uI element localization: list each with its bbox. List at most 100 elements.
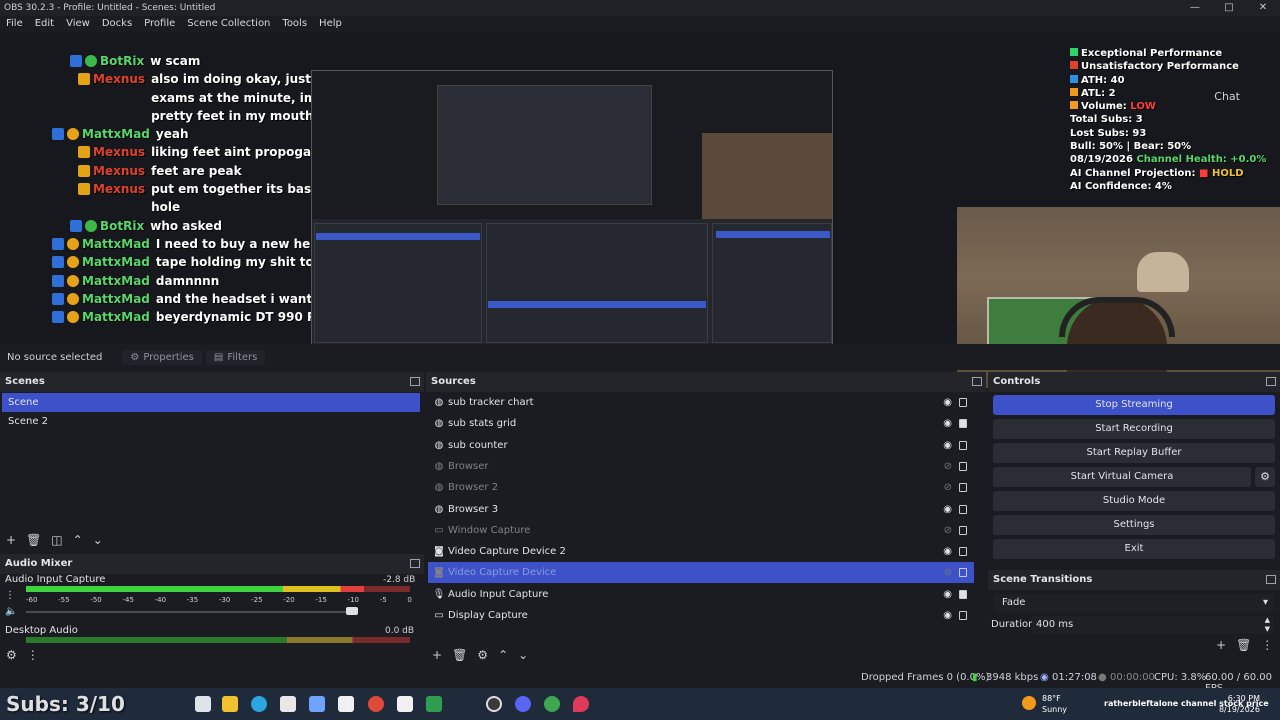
menu-docks[interactable]: Docks bbox=[102, 16, 132, 32]
lock-icon[interactable] bbox=[959, 568, 967, 578]
lock-icon[interactable] bbox=[959, 440, 967, 450]
start-recording-button[interactable]: Start Recording bbox=[993, 419, 1275, 439]
eye-hidden-icon[interactable]: ⊘ bbox=[944, 525, 952, 536]
copilot-icon[interactable] bbox=[309, 696, 325, 712]
source-item[interactable]: ◍ sub tracker chart ◉ bbox=[428, 392, 974, 413]
add-icon[interactable]: + bbox=[1216, 638, 1226, 652]
menu-edit[interactable]: Edit bbox=[35, 16, 54, 32]
scene-item[interactable]: Scene 2 bbox=[2, 412, 420, 431]
studio-mode-button[interactable]: Studio Mode bbox=[993, 491, 1275, 511]
lock-icon[interactable] bbox=[959, 525, 967, 535]
settings-button[interactable]: Settings bbox=[993, 515, 1275, 535]
lock-icon[interactable] bbox=[959, 419, 967, 429]
maximize-button[interactable]: □ bbox=[1212, 0, 1246, 16]
eye-icon[interactable]: ◉ bbox=[943, 504, 952, 515]
source-item[interactable]: ◙ Video Capture Device ⊘ bbox=[428, 562, 974, 584]
start-virtual-camera-button[interactable]: Start Virtual Camera bbox=[993, 467, 1251, 487]
menu-scene-collection[interactable]: Scene Collection bbox=[187, 16, 270, 32]
stop-streaming-button[interactable]: Stop Streaming bbox=[993, 395, 1275, 415]
menu-profile[interactable]: Profile bbox=[144, 16, 175, 32]
lock-icon[interactable] bbox=[959, 611, 967, 620]
trash-icon[interactable]: 🗑 bbox=[26, 533, 41, 547]
up-arrow-icon[interactable]: ⌃ bbox=[73, 533, 83, 547]
scene-item[interactable]: Scene bbox=[2, 393, 420, 412]
source-item[interactable]: ◍ Browser 3 ◉ bbox=[428, 499, 974, 520]
maps-pin-icon[interactable] bbox=[573, 696, 589, 712]
weather-widget[interactable]: 88°F Sunny bbox=[1042, 693, 1067, 715]
kebab-icon[interactable]: ⋮ bbox=[1261, 638, 1273, 652]
eye-hidden-icon[interactable]: ⊘ bbox=[944, 461, 952, 472]
popout-icon[interactable] bbox=[972, 377, 982, 386]
lock-icon[interactable] bbox=[959, 461, 967, 471]
source-item[interactable]: 🎙 Audio Input Capture ◉ bbox=[428, 584, 974, 605]
eye-icon[interactable]: ◉ bbox=[943, 546, 952, 557]
down-arrow-icon[interactable]: ⌄ bbox=[518, 648, 528, 662]
volume-slider-handle[interactable] bbox=[346, 607, 358, 615]
source-item[interactable]: ◍ sub counter ◉ bbox=[428, 435, 974, 456]
eye-hidden-icon[interactable]: ⊘ bbox=[944, 567, 952, 578]
source-item[interactable]: ◍ Browser 2 ⊘ bbox=[428, 477, 974, 498]
preview-canvas[interactable]: BotRix w scam Mexnus also im doing okay, ju… bbox=[0, 32, 1280, 388]
kebab-icon[interactable]: ⋮ bbox=[5, 590, 15, 601]
task-view-icon[interactable] bbox=[195, 696, 211, 712]
eye-icon[interactable]: ◉ bbox=[943, 589, 952, 600]
popout-icon[interactable] bbox=[410, 559, 420, 568]
eye-icon[interactable]: ◉ bbox=[943, 397, 952, 408]
lock-icon[interactable] bbox=[959, 504, 967, 514]
discord-icon[interactable] bbox=[515, 696, 531, 712]
source-item[interactable]: ◍ sub stats grid ◉ bbox=[428, 413, 974, 434]
edge-icon[interactable] bbox=[251, 696, 267, 712]
start-replay-buffer-button[interactable]: Start Replay Buffer bbox=[993, 443, 1275, 463]
menu-help[interactable]: Help bbox=[319, 16, 342, 32]
menu-view[interactable]: View bbox=[66, 16, 90, 32]
gear-icon[interactable]: ⚙ bbox=[6, 648, 17, 662]
eye-icon[interactable]: ◉ bbox=[943, 440, 952, 451]
obs-icon[interactable] bbox=[486, 696, 502, 712]
chrome-alt-icon[interactable] bbox=[544, 696, 560, 712]
document-icon[interactable] bbox=[397, 696, 413, 712]
source-item[interactable]: ◙ Video Capture Device 2 ◉ bbox=[428, 541, 974, 562]
eye-icon[interactable]: ◉ bbox=[943, 610, 952, 621]
file-explorer-icon[interactable] bbox=[222, 696, 238, 712]
up-arrow-icon[interactable]: ⌃ bbox=[498, 648, 508, 662]
gear-icon[interactable]: ⚙ bbox=[477, 648, 488, 662]
lock-icon[interactable] bbox=[959, 483, 967, 493]
notepad-icon[interactable] bbox=[338, 696, 354, 712]
minimize-button[interactable]: — bbox=[1178, 0, 1212, 16]
source-item[interactable]: ▭ Window Capture ⊘ bbox=[428, 520, 974, 541]
popout-icon[interactable] bbox=[410, 377, 420, 386]
down-arrow-icon[interactable]: ⌄ bbox=[93, 533, 103, 547]
speaker-icon[interactable]: 🔈 bbox=[5, 606, 17, 617]
source-item[interactable]: ◍ Browser ⊘ bbox=[428, 456, 974, 477]
add-icon[interactable]: + bbox=[6, 533, 16, 547]
trash-icon[interactable]: 🗑 bbox=[1236, 638, 1251, 652]
trash-icon[interactable]: 🗑 bbox=[452, 648, 467, 662]
lock-icon[interactable] bbox=[959, 547, 967, 557]
properties-button[interactable]: ⚙ Properties bbox=[122, 349, 202, 365]
duration-spinbox[interactable]: 400 ms ▲ ▼ bbox=[1032, 616, 1274, 634]
stepper-arrows-icon[interactable]: ▲ ▼ bbox=[1265, 616, 1270, 634]
clock[interactable]: 6:30 PM 8/19/2026 bbox=[1219, 693, 1260, 715]
excel-icon[interactable] bbox=[426, 696, 442, 712]
exit-button[interactable]: Exit bbox=[993, 539, 1275, 559]
source-item[interactable]: ▭ Display Capture ◉ bbox=[428, 605, 974, 626]
transition-select[interactable]: Fade ▾ bbox=[994, 594, 1274, 612]
chrome-icon[interactable] bbox=[368, 696, 384, 712]
eye-icon[interactable]: ◉ bbox=[943, 418, 952, 429]
store-icon[interactable] bbox=[280, 696, 296, 712]
kebab-icon[interactable]: ⋮ bbox=[27, 648, 39, 662]
menu-tools[interactable]: Tools bbox=[282, 16, 307, 32]
popout-icon[interactable] bbox=[1266, 377, 1276, 386]
close-button[interactable]: ✕ bbox=[1246, 0, 1280, 16]
popout-icon[interactable] bbox=[1266, 575, 1276, 584]
lock-icon[interactable] bbox=[959, 398, 967, 407]
menu-file[interactable]: File bbox=[6, 16, 23, 32]
eye-hidden-icon[interactable]: ⊘ bbox=[944, 482, 952, 493]
filters-button[interactable]: ▤ Filters bbox=[205, 349, 266, 365]
add-icon[interactable]: + bbox=[432, 648, 442, 662]
volume-slider-track[interactable] bbox=[26, 611, 356, 613]
gear-icon[interactable]: ⚙ bbox=[1255, 467, 1275, 487]
filters-icon[interactable]: ◫ bbox=[51, 533, 62, 547]
filter-icon: ▤ bbox=[213, 351, 224, 363]
lock-icon[interactable] bbox=[959, 589, 967, 599]
